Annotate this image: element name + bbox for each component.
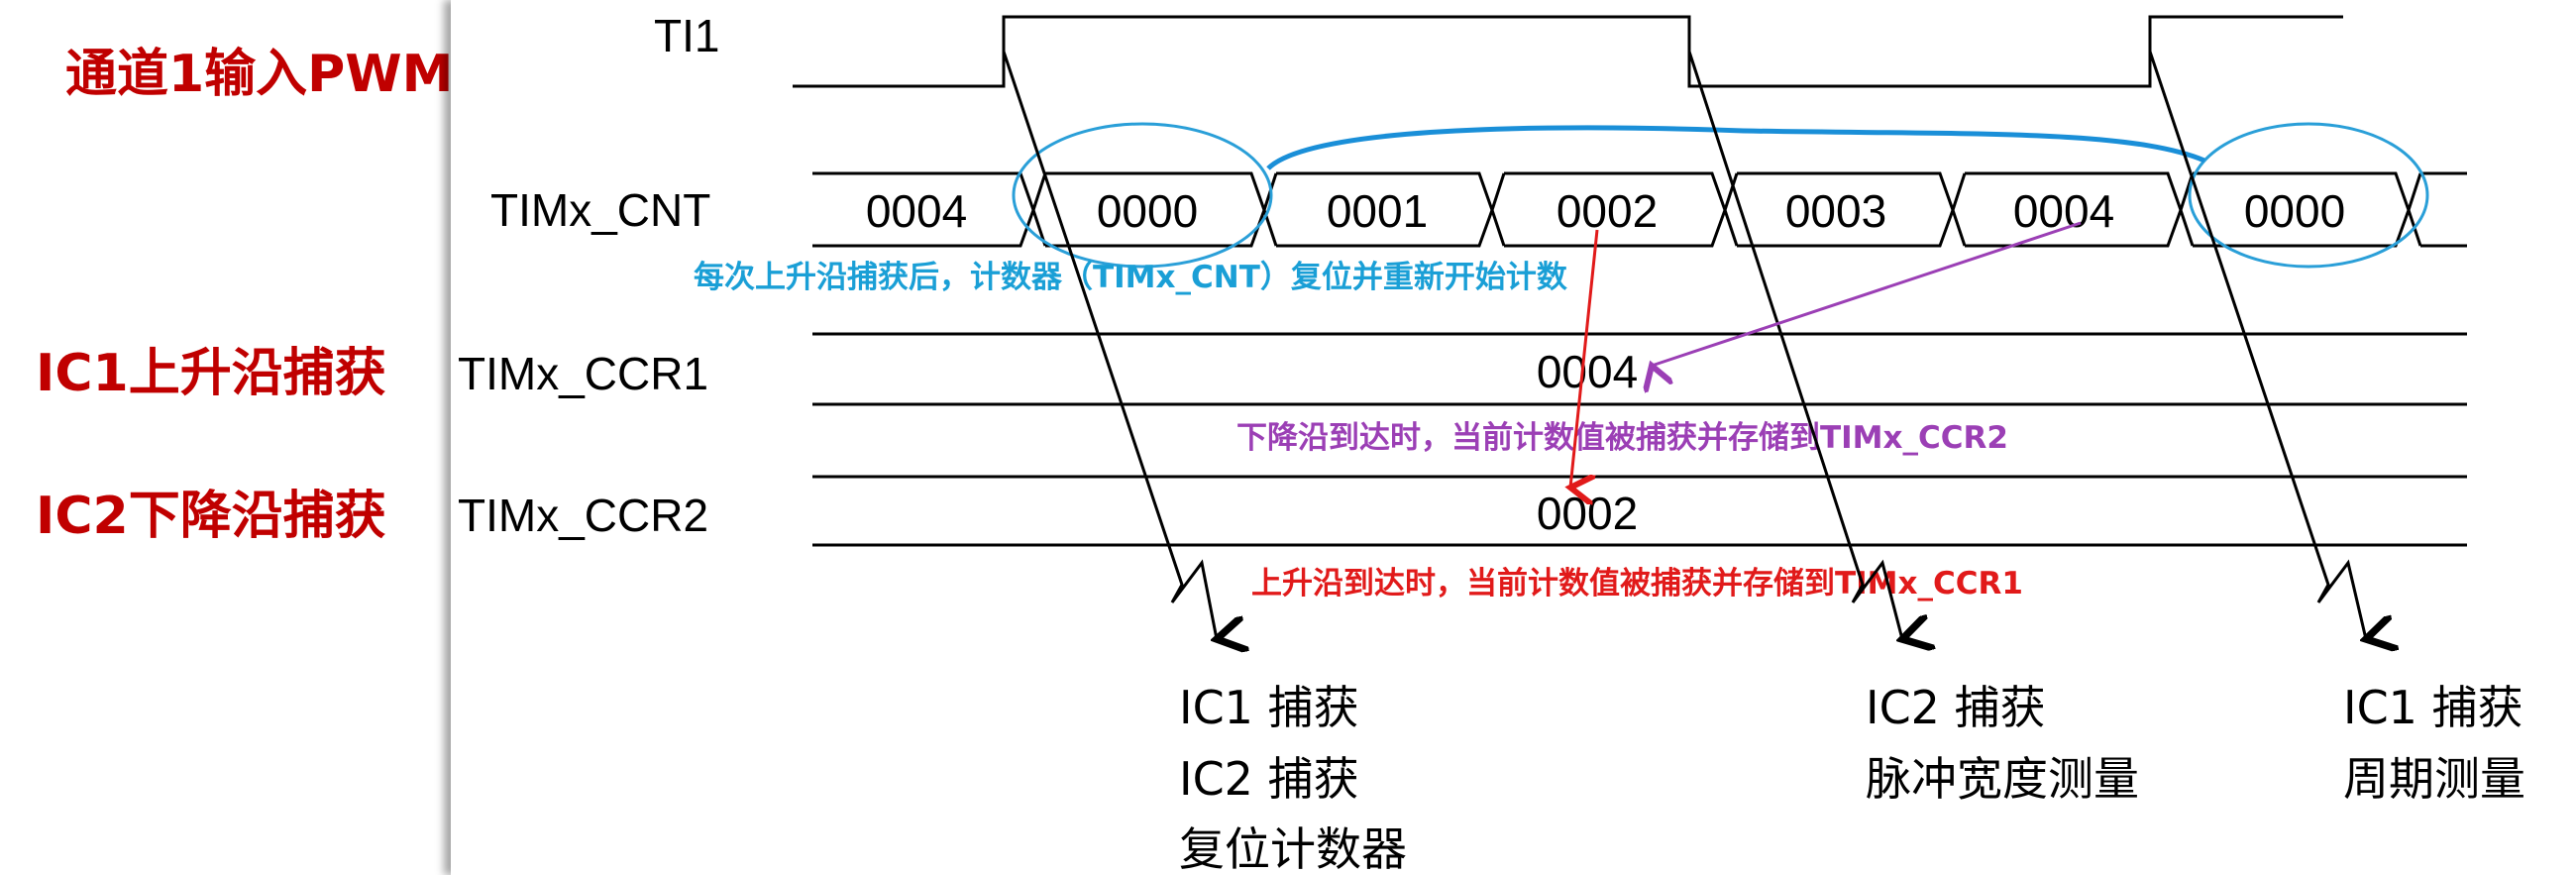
caption-line: IC2 捕获 <box>1866 681 2046 734</box>
event-caption-1: IC1 捕获 IC2 捕获 复位计数器 <box>1179 681 1407 875</box>
blue-connector-curve <box>1266 125 2205 170</box>
ti1-label: TI1 <box>654 10 719 61</box>
pwm-input-label: 通道1输入PWM <box>65 45 454 104</box>
caption-line: IC2 捕获 <box>1179 752 1359 806</box>
event-caption-2: IC2 捕获 脉冲宽度测量 <box>1866 681 2139 806</box>
caption-line: 脉冲宽度测量 <box>1866 752 2139 806</box>
ccr1-label: TIMx_CCR1 <box>458 348 708 399</box>
event-line-3 <box>2148 51 2366 639</box>
event-caption-3: IC1 捕获 周期测量 <box>2343 681 2525 806</box>
caption-line: 周期测量 <box>2343 752 2525 806</box>
caption-line: 复位计数器 <box>1179 822 1407 875</box>
cnt-value: 0000 <box>2244 185 2345 237</box>
timing-diagram-panel: TI1 TIMx_CNT 0004 0000 0001 0002 0003 00… <box>451 0 2576 875</box>
ccr2-label: TIMx_CCR2 <box>458 490 708 541</box>
ic2-falling-capture-label: IC2下降沿捕获 <box>36 487 386 546</box>
caption-line: IC1 捕获 <box>2343 681 2523 734</box>
cnt-label: TIMx_CNT <box>490 184 710 236</box>
cnt-value: 0000 <box>1097 185 1198 237</box>
ic1-rising-capture-label: IC1上升沿捕获 <box>36 344 386 403</box>
event-line-1 <box>1002 51 1217 639</box>
falling-note: 下降沿到达时，当前计数值被捕获并存储到TIMx_CCR2 <box>1236 420 2008 456</box>
left-labels: 通道1输入PWM IC1上升沿捕获 IC2下降沿捕获 <box>0 0 454 875</box>
ccr2-value: 0002 <box>1537 488 1638 539</box>
rising-note: 上升沿到达时，当前计数值被捕获并存储到TIMx_CCR1 <box>1251 566 2023 602</box>
cnt-value: 0002 <box>1556 185 1658 237</box>
cnt-value: 0001 <box>1327 185 1428 237</box>
cnt-value: 0004 <box>866 185 967 237</box>
cnt-values: 0004 0000 0001 0002 0003 0004 0000 <box>866 185 2345 237</box>
caption-line: IC1 捕获 <box>1179 681 1359 734</box>
ccr1-value: 0004 <box>1537 346 1638 397</box>
ti1-waveform <box>793 15 2343 88</box>
event-line-2 <box>1687 51 1902 639</box>
reset-note: 每次上升沿捕获后，计数器（TIMx_CNT）复位并重新开始计数 <box>694 260 1567 295</box>
timing-diagram: TI1 TIMx_CNT 0004 0000 0001 0002 0003 00… <box>458 10 2525 875</box>
cnt-value: 0003 <box>1785 185 1886 237</box>
